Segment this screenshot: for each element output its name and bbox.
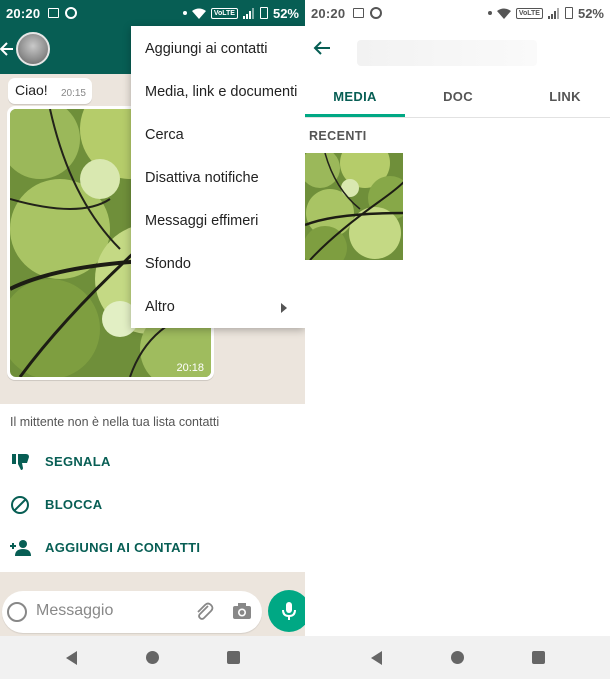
wifi-icon [496,8,511,19]
camera-icon[interactable] [232,602,252,620]
nav-recents-icon[interactable] [227,651,240,664]
block-button[interactable]: BLOCCA [0,485,305,525]
add-contact-button[interactable]: AGGIUNGI AI CONTATTI [0,528,305,568]
nav-back-icon[interactable] [371,651,382,665]
battery-percent: 52% [272,5,299,21]
status-time: 20:20 [311,5,346,21]
gallery-notification-icon [48,8,60,18]
battery-icon [259,7,268,19]
nav-home-icon[interactable] [451,651,464,664]
menu-item-disappearing-messages[interactable]: Messaggi effimeri [131,200,305,243]
volte-icon: VoLTE [210,7,238,19]
back-arrow-icon[interactable] [0,40,14,58]
message-time: 20:15 [60,88,86,99]
media-thumbnail[interactable] [305,153,403,260]
battery-percent: 52% [577,5,604,21]
submenu-arrow-icon [281,303,287,313]
menu-item-media-links-docs[interactable]: Media, link e documenti [131,71,305,114]
android-nav-bar [305,636,610,679]
voice-message-button[interactable] [268,590,305,632]
back-arrow-icon[interactable] [313,40,331,56]
active-tab-indicator [305,114,405,117]
contact-name-redacted [357,40,537,66]
notification-dot-icon [182,11,187,15]
menu-item-search[interactable]: Cerca [131,114,305,157]
nav-back-icon[interactable] [66,651,77,665]
report-label: SEGNALA [45,454,111,469]
chat-screen: 20:20 VoLTE 52% Ciao! 20:15 20:18 Il mit… [0,0,305,679]
notification-dot-icon [487,11,492,15]
nav-recents-icon[interactable] [532,651,545,664]
message-input[interactable]: Messaggio [36,602,113,620]
menu-item-add-contact[interactable]: Aggiungi ai contatti [131,28,305,71]
text-message-bubble[interactable]: Ciao! 20:15 [8,78,92,104]
unknown-sender-notice: Il mittente non è nella tua lista contat… [10,415,220,429]
block-label: BLOCCA [45,497,103,512]
menu-item-more[interactable]: Altro [131,286,305,329]
wifi-icon [191,8,206,19]
status-time: 20:20 [6,5,41,21]
status-bar: 20:20 VoLTE 52% [305,0,610,26]
volte-icon: VoLTE [515,7,543,19]
message-input-bar[interactable]: Messaggio [2,591,262,633]
tab-links[interactable]: LINK [515,76,610,118]
media-header [305,26,610,74]
tab-docs[interactable]: DOC [408,76,508,118]
menu-item-more-label: Altro [145,299,175,315]
emoji-icon[interactable] [7,602,27,622]
block-icon [11,496,29,514]
tab-media[interactable]: MEDIA [305,76,405,118]
signal-icon [547,7,559,19]
thumbs-down-icon [12,454,29,470]
app-notification-icon [370,7,383,19]
image-message-time: 20:18 [176,362,204,374]
nav-home-icon[interactable] [146,651,159,664]
menu-item-wallpaper[interactable]: Sfondo [131,243,305,286]
app-notification-icon [65,7,78,19]
mic-icon [282,602,296,620]
android-nav-bar [0,636,305,679]
recent-section-label: RECENTI [309,129,367,143]
overflow-menu: Aggiungi ai contatti Media, link e docum… [131,26,305,328]
message-text: Ciao! [15,82,48,98]
menu-item-mute-notifications[interactable]: Disattiva notifiche [131,157,305,200]
gallery-notification-icon [353,8,365,18]
media-tabs: MEDIA DOC LINK [305,76,610,118]
attach-icon[interactable] [194,601,214,621]
status-bar: 20:20 VoLTE 52% [0,0,305,26]
signal-icon [242,7,254,19]
contact-avatar[interactable] [16,32,50,66]
unknown-sender-panel: Il mittente non è nella tua lista contat… [0,404,305,572]
add-contact-label: AGGIUNGI AI CONTATTI [45,540,201,555]
report-button[interactable]: SEGNALA [0,442,305,482]
add-person-icon [10,540,31,556]
media-screen: 20:20 VoLTE 52% MEDIA DOC LINK RECENTI [305,0,610,679]
battery-icon [564,7,573,19]
